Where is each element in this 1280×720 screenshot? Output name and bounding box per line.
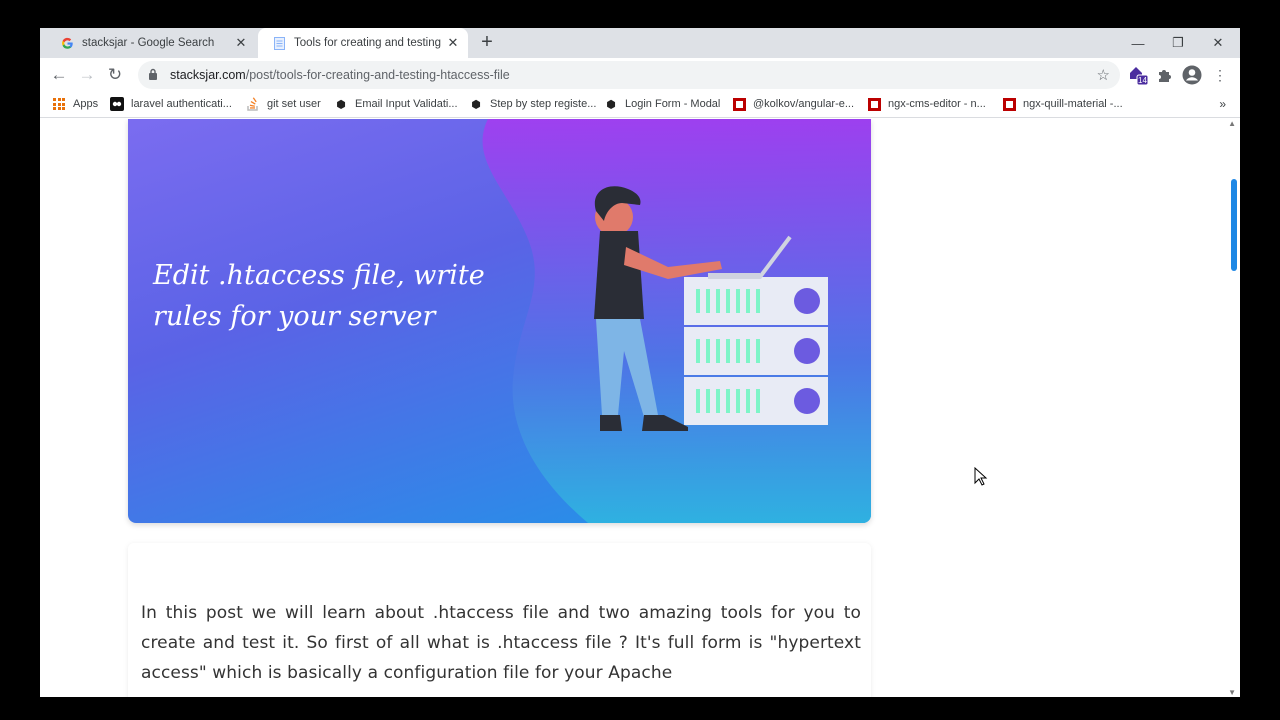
document-icon (272, 36, 286, 50)
post-card: In this post we will learn about .htacce… (128, 543, 871, 697)
tab-title: stacksjar - Google Search (82, 37, 215, 49)
toolbar: ← → ↻ stacksjar.com/post/tools-for-creat… (40, 58, 1240, 92)
bookmark-label: ngx-cms-editor - n... (888, 98, 986, 110)
bookmark-login-form-modal[interactable]: ⬢ Login Form - Modal (604, 97, 720, 111)
new-tab-plus-icon[interactable]: + (476, 32, 498, 54)
bookmark-label: Step by step registe... (490, 98, 597, 110)
forward-arrow-icon[interactable]: → (75, 63, 99, 87)
bookmark-laravel[interactable]: laravel authenticati... (110, 97, 232, 111)
minimize-icon[interactable]: — (1118, 28, 1158, 58)
bookmark-star-icon[interactable]: ☆ (1097, 66, 1110, 84)
hero-image: Edit .htaccess file, write rules for you… (128, 119, 871, 523)
browser-window: stacksjar - Google Search ✕ Tools for cr… (40, 28, 1240, 697)
bookmark-label: Login Form - Modal (625, 98, 721, 110)
post-body-text: In this post we will learn about .htacce… (141, 603, 861, 683)
apps-grid-icon (52, 97, 66, 111)
url-host: stacksjar.com (170, 68, 246, 82)
bookmark-label: Apps (73, 98, 99, 110)
bookmark-apps[interactable]: Apps (52, 97, 98, 111)
codepen-icon: ⬢ (606, 98, 616, 111)
extension-badge-icon[interactable]: 14 (1126, 63, 1150, 87)
address-bar[interactable]: stacksjar.com/post/tools-for-creating-an… (138, 61, 1120, 89)
close-tab-icon[interactable]: ✕ (230, 35, 252, 51)
bookmark-git-set-user[interactable]: git set user (246, 97, 321, 111)
bookmark-label: ngx-quill-material -... (1023, 98, 1123, 110)
bookmark-label: @kolkov/angular-e... (753, 98, 855, 110)
bookmark-label: laravel authenticati... (131, 98, 232, 110)
bookmark-step-by-step[interactable]: ⬢ Step by step registe... (469, 97, 596, 111)
bookmark-kolkov-angular-editor[interactable]: @kolkov/angular-e... (732, 97, 854, 111)
scroll-up-arrow-icon[interactable]: ▲ (1228, 119, 1236, 128)
scroll-down-arrow-icon[interactable]: ▼ (1228, 688, 1236, 697)
tab-google-search[interactable]: stacksjar - Google Search ✕ (46, 28, 256, 58)
bookmark-label: Email Input Validati... (355, 98, 458, 110)
restore-icon[interactable]: ❐ (1158, 28, 1198, 58)
stackoverflow-icon (246, 97, 260, 111)
lock-icon (148, 68, 162, 83)
tab-strip: stacksjar - Google Search ✕ Tools for cr… (40, 28, 1240, 58)
back-arrow-icon[interactable]: ← (47, 63, 71, 87)
npm-icon (867, 97, 881, 111)
url-path: /post/tools-for-creating-and-testing-hta… (245, 68, 510, 82)
tab-htaccess-post[interactable]: Tools for creating and testing .ht ✕ (258, 28, 468, 58)
close-tab-icon[interactable]: ✕ (442, 35, 464, 51)
mouse-cursor-icon (974, 467, 988, 486)
google-g-icon (60, 36, 74, 50)
scrollbar-thumb[interactable] (1231, 179, 1237, 271)
npm-icon (1002, 97, 1016, 111)
bookmark-label: git set user (267, 98, 321, 110)
codepen-icon: ⬢ (336, 98, 346, 111)
more-bookmarks-chevron-icon[interactable]: » (1219, 97, 1226, 111)
profile-avatar-icon[interactable] (1180, 63, 1204, 87)
menu-kebab-icon[interactable]: ⋮ (1208, 63, 1232, 87)
page-scrollbar[interactable]: ▲ ▼ (1226, 119, 1240, 697)
hero-title: Edit .htaccess file, write rules for you… (153, 260, 485, 332)
bookmark-email-input-validation[interactable]: ⬢ Email Input Validati... (334, 97, 458, 111)
laracasts-icon (110, 97, 124, 111)
bookmark-ngx-cms-editor[interactable]: ngx-cms-editor - n... (867, 97, 986, 111)
puzzle-extensions-icon[interactable] (1152, 63, 1176, 87)
server-rack-icon (684, 277, 828, 425)
tab-title: Tools for creating and testing .ht (294, 37, 442, 49)
reload-icon[interactable]: ↻ (103, 63, 127, 87)
bookmarks-bar: Apps laravel authenticati... git set use… (40, 92, 1240, 118)
codepen-icon: ⬢ (471, 98, 481, 111)
npm-icon (732, 97, 746, 111)
page-content: Edit .htaccess file, write rules for you… (40, 119, 1240, 697)
window-close-icon[interactable]: ✕ (1198, 28, 1238, 58)
extension-badge-count: 14 (1138, 76, 1147, 85)
bookmark-ngx-quill-material[interactable]: ngx-quill-material -... (1002, 97, 1123, 111)
